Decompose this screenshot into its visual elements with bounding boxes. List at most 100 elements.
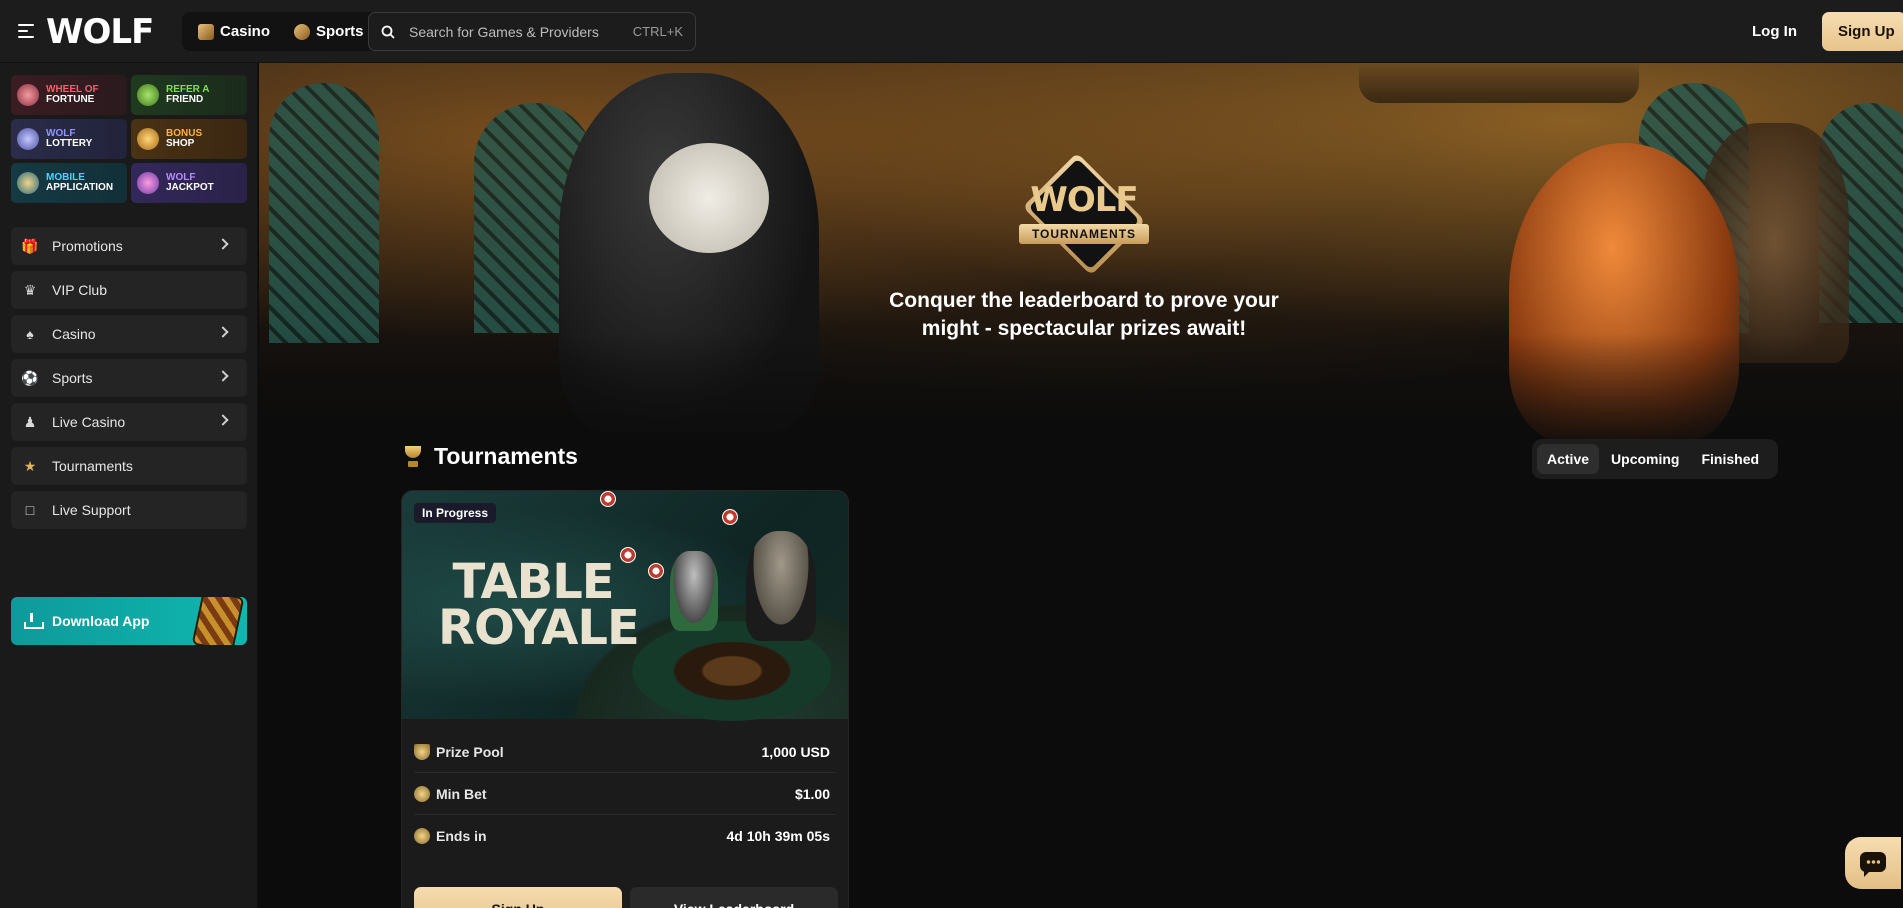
mobile-application-tile[interactable]: Mobile Application — [11, 163, 127, 203]
tournaments-logo-word: WOLF — [1030, 180, 1138, 220]
casino-icon — [198, 23, 214, 40]
timer-icon — [414, 828, 430, 844]
sidebar-nav: 🎁 Promotions ♛ VIP Club ♠ Casino ⚽ Sport… — [11, 227, 247, 535]
sidebar-item-promotions[interactable]: 🎁 Promotions — [11, 227, 247, 265]
tile-label-line2: Application — [46, 182, 114, 193]
section-title: Tournaments — [434, 443, 578, 469]
shop-icon — [137, 128, 159, 150]
tournaments-heading: Tournaments — [402, 443, 578, 470]
ram-wool — [649, 143, 769, 253]
tile-label-line2: Jackpot — [166, 182, 214, 193]
trophy-icon: ★ — [23, 457, 37, 474]
poker-chip — [600, 491, 616, 507]
sidebar-item-sports[interactable]: ⚽ Sports — [11, 359, 247, 397]
casino-icon: ♠ — [26, 326, 34, 342]
coin-icon — [414, 785, 430, 802]
sidebar-item-tournaments[interactable]: ★ Tournaments — [11, 447, 247, 485]
min-bet-label: Min Bet — [436, 785, 487, 802]
wheel-icon — [17, 84, 39, 106]
tile-label-line2: Friend — [166, 94, 204, 105]
tournament-card-image[interactable]: TABLE ROYALE In Progress — [402, 491, 848, 721]
wolf-jackpot-tile[interactable]: Wolf Jackpot — [131, 163, 247, 203]
min-bet-row: Min Bet $1.00 — [414, 773, 836, 815]
status-badge: In Progress — [414, 503, 497, 523]
chevron-right-icon — [217, 370, 229, 382]
sidebar: Wheel of Fortune Refer a Friend Wolf Lotter… — [0, 63, 258, 908]
phone-illustration — [191, 597, 245, 645]
hero-tagline-line2: might - spectacular prizes await! — [921, 317, 1247, 340]
gift-icon: 🎁 — [21, 237, 39, 254]
login-button[interactable]: Log In — [1740, 12, 1809, 51]
hero-banner: WOLF TOURNAMENTS Conquer the leaderboard… — [259, 63, 1903, 453]
bonus-shop-tile[interactable]: Bonus Shop — [131, 119, 247, 159]
ends-in-label: Ends in — [436, 828, 487, 844]
sports-mode-label: Sports — [316, 23, 364, 40]
sidebar-item-label: Promotions — [52, 238, 123, 254]
wolf-lottery-tile[interactable]: Wolf Lottery — [11, 119, 127, 159]
sports-mode-button[interactable]: Sports — [284, 16, 374, 47]
casino-mode-label: Casino — [220, 23, 271, 40]
refer-a-friend-tile[interactable]: Refer a Friend — [131, 75, 247, 115]
sidebar-item-live-casino[interactable]: ♟ Live Casino — [11, 403, 247, 441]
tab-upcoming[interactable]: Upcoming — [1601, 444, 1689, 474]
live-chat-button[interactable] — [1845, 837, 1901, 889]
sports-ball-icon — [294, 23, 311, 40]
sidebar-item-label: Live Casino — [52, 414, 126, 430]
prize-pool-row: Prize Pool 1,000 USD — [414, 731, 836, 773]
sidebar-item-live-support[interactable]: □ Live Support — [11, 491, 247, 529]
view-leaderboard-button[interactable]: View Leaderboard — [630, 887, 838, 908]
dealer-icon: ♟ — [23, 413, 37, 430]
prize-pool-label: Prize Pool — [436, 743, 504, 760]
sidebar-item-label: Live Support — [52, 502, 131, 518]
tab-active[interactable]: Active — [1537, 444, 1600, 474]
min-bet-value: $1.00 — [794, 785, 830, 802]
sidebar-item-casino[interactable]: ♠ Casino — [11, 315, 247, 353]
chevron-right-icon — [217, 414, 229, 426]
search-shortcut: CTRL+K — [632, 24, 683, 39]
download-icon — [24, 613, 44, 629]
hero-fade — [259, 333, 1903, 453]
stained-window — [269, 83, 379, 343]
sidebar-item-vip-club[interactable]: ♛ VIP Club — [11, 271, 247, 309]
promo-tiles: Wheel of Fortune Refer a Friend Wolf Lotter… — [11, 75, 247, 203]
tournament-card: TABLE ROYALE In Progress Prize Pool 1,00… — [401, 490, 849, 908]
ball-icon: ⚽ — [21, 369, 39, 386]
trophy-icon — [414, 743, 430, 760]
poker-chip — [722, 509, 738, 525]
signup-button[interactable]: Sign Up — [1822, 12, 1903, 51]
hero-tagline-line1: Conquer the leaderboard to prove your — [889, 289, 1279, 312]
lottery-icon — [17, 128, 39, 150]
tournament-name-line2: ROYALE — [438, 600, 640, 656]
sidebar-item-label: Tournaments — [52, 458, 133, 474]
mode-switch: Casino Sports — [182, 12, 380, 51]
top-bar: WOLF Casino Sports CTRL+K Log In Sign Up — [0, 0, 1903, 63]
ends-in-row: Ends in 4d 10h 39m 05s — [414, 815, 836, 857]
crown-icon: ♛ — [23, 281, 37, 298]
tournament-name: TABLE ROYALE — [438, 554, 640, 656]
seal-illustration — [746, 531, 816, 641]
tournaments-logo-band: TOURNAMENTS — [1019, 224, 1149, 244]
mobile-icon — [17, 172, 39, 194]
sidebar-item-label: Casino — [52, 326, 96, 342]
download-app-button[interactable]: Download App — [11, 597, 247, 645]
site-logo[interactable]: WOLF — [46, 12, 154, 52]
search-box[interactable]: CTRL+K — [368, 12, 696, 51]
tile-label-line2: Shop — [166, 138, 195, 149]
casino-mode-button[interactable]: Casino — [188, 16, 280, 47]
search-input[interactable] — [409, 23, 609, 40]
trophy-icon — [402, 445, 424, 468]
poker-chip — [648, 563, 664, 579]
jackpot-icon — [137, 172, 159, 194]
chat-icon: □ — [25, 502, 35, 518]
menu-icon[interactable] — [18, 24, 34, 38]
sidebar-item-label: VIP Club — [52, 282, 107, 298]
chandelier — [1359, 63, 1639, 103]
download-app-label: Download App — [52, 613, 150, 629]
tournament-signup-button[interactable]: Sign Up — [414, 887, 622, 908]
tab-finished[interactable]: Finished — [1691, 444, 1769, 474]
tournament-name-line1: TABLE — [452, 554, 614, 610]
search-icon — [381, 25, 395, 39]
tile-label-line2: Lottery — [46, 138, 93, 149]
chevron-right-icon — [217, 326, 229, 338]
wheel-of-fortune-tile[interactable]: Wheel of Fortune — [11, 75, 127, 115]
